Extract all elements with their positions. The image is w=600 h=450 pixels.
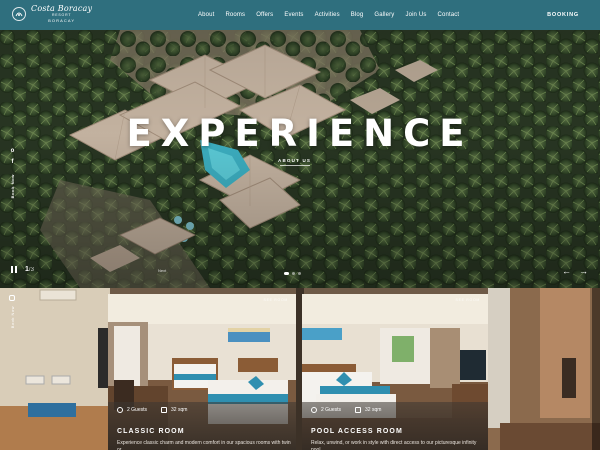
nav-offers[interactable]: Offers: [256, 12, 273, 18]
social-links: o f Book Now: [10, 148, 15, 198]
pool-room-tag[interactable]: SEE ROOM: [456, 298, 480, 302]
logo-place: BORACAY: [48, 17, 76, 23]
rooms-side-label: Book Now: [9, 295, 15, 328]
nav-blog[interactable]: Blog: [351, 12, 364, 18]
classic-room-guests: 2 Guests: [127, 407, 148, 413]
brand-logo[interactable]: Costa Boracay RESORT BORACAY: [12, 5, 92, 23]
pool-room-description: Relax, unwind, or work in style with dir…: [311, 440, 477, 450]
slide-dot[interactable]: [298, 272, 301, 275]
classic-room-meta: 2 Guests 32 sqm: [117, 407, 187, 413]
next-slide-label[interactable]: Next: [158, 268, 166, 273]
carousel-edge: [592, 288, 600, 450]
rooms-book-label[interactable]: Book Now: [10, 306, 15, 328]
instagram-icon[interactable]: [9, 295, 15, 301]
nav-rooms[interactable]: Rooms: [225, 12, 245, 18]
nav-about[interactable]: About: [198, 12, 214, 18]
main-nav: About Rooms Offers Events Activities Blo…: [198, 0, 459, 30]
hero-slider: EXPERIENCE ABOUT US o f Book Now: [0, 30, 600, 288]
pause-icon[interactable]: [11, 266, 17, 273]
classic-room-description: Experience classic charm and modern comf…: [117, 440, 291, 450]
side-book-label[interactable]: Book Now: [10, 174, 15, 198]
room-card-classic[interactable]: 2 Guests 32 sqm SEE ROOM CLASSIC ROOM Ex…: [108, 294, 296, 450]
slider-controls: 1/3: [11, 266, 34, 273]
slide-total: /3: [28, 267, 34, 273]
slide-dots: [284, 272, 301, 275]
facebook-icon[interactable]: f: [12, 159, 14, 165]
guests-icon: [117, 407, 123, 413]
pool-room-meta: 2 Guests 32 sqm: [311, 407, 381, 413]
slide-counter: 1/3: [25, 266, 34, 273]
hero-title: EXPERIENCE: [126, 112, 474, 155]
slide-dot-active[interactable]: [284, 272, 289, 275]
classic-room-tag[interactable]: SEE ROOM: [264, 298, 288, 302]
nav-gallery[interactable]: Gallery: [374, 12, 394, 18]
nav-contact[interactable]: Contact: [438, 12, 460, 18]
pool-room-size: 32 sqm: [365, 407, 382, 413]
classic-room-size: 32 sqm: [171, 407, 188, 413]
logo-emblem-icon: [12, 6, 26, 21]
room-size-icon: [161, 407, 168, 413]
logo-name: Costa Boracay: [31, 4, 93, 13]
booking-button[interactable]: BOOKING: [547, 0, 579, 30]
about-us-link[interactable]: ABOUT US: [278, 158, 311, 166]
logo-wordmark: Costa Boracay RESORT BORACAY: [31, 5, 92, 23]
prev-arrow-icon[interactable]: ←: [562, 266, 571, 276]
room-card-pool-access[interactable]: 2 Guests 32 sqm SEE ROOM POOL ACCESS ROO…: [302, 294, 488, 450]
instagram-icon[interactable]: o: [11, 148, 15, 154]
top-navigation-bar: Costa Boracay RESORT BORACAY About Rooms…: [0, 0, 600, 30]
nav-events[interactable]: Events: [284, 12, 303, 18]
pool-room-guests: 2 Guests: [321, 407, 342, 413]
nav-join-us[interactable]: Join Us: [405, 12, 426, 18]
room-size-icon: [355, 407, 362, 413]
pool-room-title[interactable]: POOL ACCESS ROOM: [311, 428, 403, 435]
next-arrow-icon[interactable]: →: [579, 266, 588, 276]
classic-room-title[interactable]: CLASSIC ROOM: [117, 428, 185, 435]
guests-icon: [311, 407, 317, 413]
nav-activities[interactable]: Activities: [315, 12, 340, 18]
slider-arrows: ← →: [562, 266, 588, 276]
slide-dot[interactable]: [292, 272, 295, 275]
logo-subtitle: RESORT: [51, 13, 72, 17]
